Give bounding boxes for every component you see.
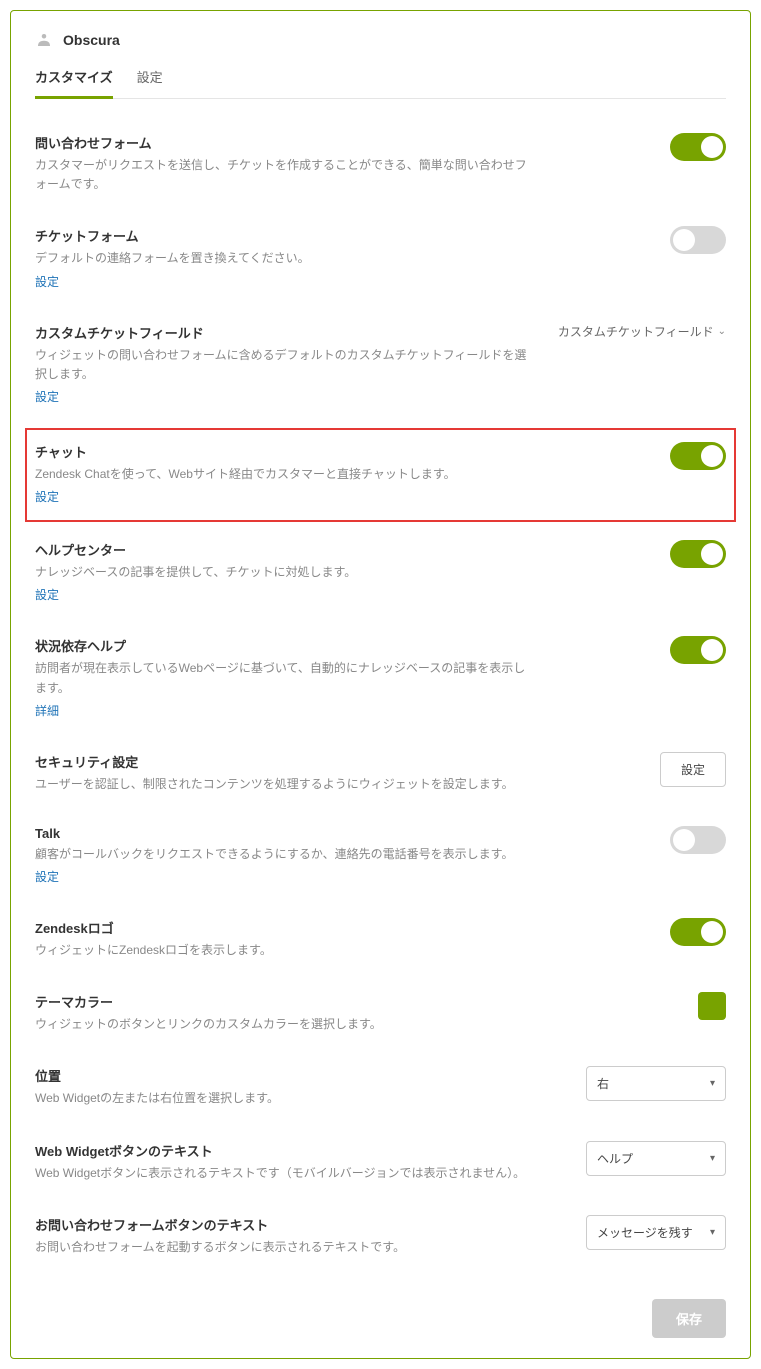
contextual-help-title: 状況依存ヘルプ [35,636,535,655]
panel-header: Obscura [35,31,726,49]
help-center-link[interactable]: 設定 [35,586,59,603]
zendesk-logo-desc: ウィジェットにZendeskロゴを表示します。 [35,941,535,960]
chat-link[interactable]: 設定 [35,488,59,505]
contact-form-toggle[interactable] [670,133,726,161]
security-settings-button[interactable]: 設定 [660,752,726,787]
security-title: セキュリティ設定 [35,752,535,771]
brand-icon [35,31,53,49]
footer: 保存 [35,1275,726,1338]
section-zendesk-logo: Zendeskロゴ ウィジェットにZendeskロゴを表示します。 [35,904,726,978]
section-position: 位置 Web Widgetの左または右位置を選択します。 右 ▾ [35,1052,726,1126]
help-center-desc: ナレッジベースの記事を提供して、チケットに対処します。 [35,563,535,582]
zendesk-logo-toggle[interactable] [670,918,726,946]
zendesk-logo-title: Zendeskロゴ [35,918,535,937]
section-security: セキュリティ設定 ユーザーを認証し、制限されたコンテンツを処理するようにウィジェ… [35,738,726,812]
position-title: 位置 [35,1066,535,1085]
caret-down-icon: ▾ [710,1153,715,1164]
talk-desc: 顧客がコールバックをリクエストできるようにするか、連絡先の電話番号を表示します。 [35,845,535,864]
contact-button-text-desc: お問い合わせフォームを起動するボタンに表示されるテキストです。 [35,1238,535,1257]
brand-name: Obscura [63,32,120,48]
button-text-desc: Web Widgetボタンに表示されるテキストです（モバイルバージョンでは表示さ… [35,1164,535,1183]
section-button-text: Web Widgetボタンのテキスト Web Widgetボタンに表示されるテキ… [35,1127,726,1201]
section-custom-fields: カスタムチケットフィールド ウィジェットの問い合わせフォームに含めるデフォルトの… [35,309,726,424]
contact-button-text-select[interactable]: メッセージを残す ▾ [586,1215,726,1250]
section-contact-form: 問い合わせフォーム カスタマーがリクエストを送信し、チケットを作成することができ… [35,119,726,212]
contact-button-text-select-value: メッセージを残す [597,1224,693,1241]
help-center-title: ヘルプセンター [35,540,535,559]
section-ticket-form: チケットフォーム デフォルトの連絡フォームを置き換えてください。 設定 [35,212,726,308]
section-help-center: ヘルプセンター ナレッジベースの記事を提供して、チケットに対処します。 設定 [35,526,726,622]
position-select[interactable]: 右 ▾ [586,1066,726,1101]
custom-fields-dropdown[interactable]: カスタムチケットフィールド ⌄ [558,323,726,340]
ticket-form-title: チケットフォーム [35,226,535,245]
custom-fields-desc: ウィジェットの問い合わせフォームに含めるデフォルトのカスタムチケットフィールドを… [35,346,535,384]
section-theme-color: テーマカラー ウィジェットのボタンとリンクのカスタムカラーを選択します。 [35,978,726,1052]
section-chat: チャット Zendesk Chatを使って、Webサイト経由でカスタマーと直接チ… [25,428,736,522]
contextual-help-toggle[interactable] [670,636,726,664]
caret-down-icon: ▾ [710,1227,715,1238]
section-talk: Talk 顧客がコールバックをリクエストできるようにするか、連絡先の電話番号を表… [35,812,726,904]
tabs: カスタマイズ 設定 [35,61,726,99]
contact-form-desc: カスタマーがリクエストを送信し、チケットを作成することができる、簡単な問い合わせ… [35,156,535,194]
contact-button-text-title: お問い合わせフォームボタンのテキスト [35,1215,535,1234]
tab-settings[interactable]: 設定 [137,61,163,99]
chat-title: チャット [35,442,535,461]
position-desc: Web Widgetの左または右位置を選択します。 [35,1089,535,1108]
chevron-down-icon: ⌄ [718,326,726,337]
theme-color-swatch[interactable] [698,992,726,1020]
chat-desc: Zendesk Chatを使って、Webサイト経由でカスタマーと直接チャットしま… [35,465,535,484]
button-text-select-value: ヘルプ [597,1150,633,1167]
contact-form-title: 問い合わせフォーム [35,133,535,152]
custom-fields-title: カスタムチケットフィールド [35,323,535,342]
caret-down-icon: ▾ [710,1078,715,1089]
button-text-select[interactable]: ヘルプ ▾ [586,1141,726,1176]
button-text-title: Web Widgetボタンのテキスト [35,1141,535,1160]
theme-color-title: テーマカラー [35,992,535,1011]
ticket-form-link[interactable]: 設定 [35,273,59,290]
talk-link[interactable]: 設定 [35,868,59,885]
custom-fields-link[interactable]: 設定 [35,388,59,405]
contextual-help-link[interactable]: 詳細 [35,702,59,719]
chat-toggle[interactable] [670,442,726,470]
theme-color-desc: ウィジェットのボタンとリンクのカスタムカラーを選択します。 [35,1015,535,1034]
ticket-form-desc: デフォルトの連絡フォームを置き換えてください。 [35,249,535,268]
settings-panel: Obscura カスタマイズ 設定 問い合わせフォーム カスタマーがリクエストを… [10,10,751,1359]
help-center-toggle[interactable] [670,540,726,568]
position-select-value: 右 [597,1075,609,1092]
section-contextual-help: 状況依存ヘルプ 訪問者が現在表示しているWebページに基づいて、自動的にナレッジ… [35,622,726,737]
security-desc: ユーザーを認証し、制限されたコンテンツを処理するようにウィジェットを設定します。 [35,775,535,794]
custom-fields-dropdown-label: カスタムチケットフィールド [558,323,714,340]
contextual-help-desc: 訪問者が現在表示しているWebページに基づいて、自動的にナレッジベースの記事を表… [35,659,535,697]
talk-toggle[interactable] [670,826,726,854]
save-button[interactable]: 保存 [652,1299,726,1338]
ticket-form-toggle[interactable] [670,226,726,254]
talk-title: Talk [35,826,535,841]
tab-customize[interactable]: カスタマイズ [35,61,113,99]
